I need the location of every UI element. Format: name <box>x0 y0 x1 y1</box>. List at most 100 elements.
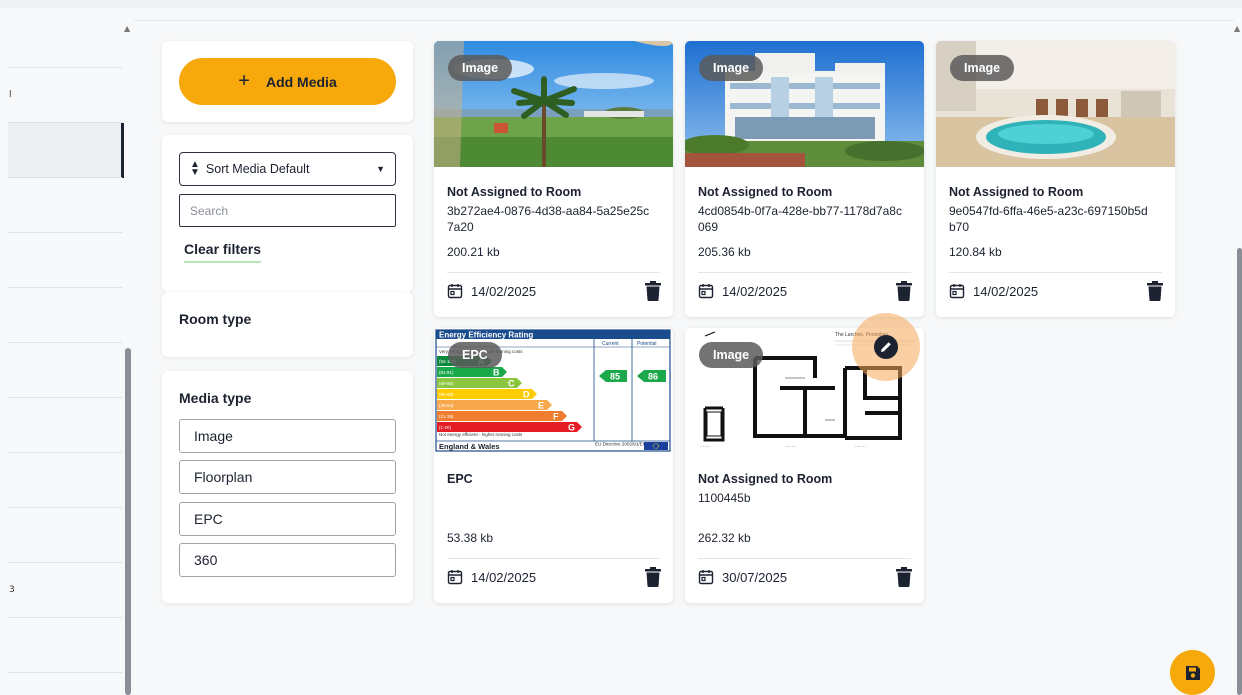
scroll-up-arrow-icon[interactable]: ▲ <box>1234 24 1240 33</box>
epc-band-letter: D <box>523 390 530 400</box>
epc-band-letter: B <box>493 368 500 378</box>
nav-item[interactable] <box>8 452 122 507</box>
epc-potential-value: 86 <box>648 372 658 382</box>
floorplan-label: ········ <box>785 444 796 449</box>
search-input[interactable] <box>179 194 396 227</box>
left-scrollbar-thumb[interactable] <box>125 348 131 695</box>
epc-current-value: 85 <box>610 372 620 382</box>
media-type-option-epc[interactable]: EPC <box>179 502 396 536</box>
card-date: 14/02/2025 <box>447 283 536 299</box>
media-type-option-floorplan[interactable]: Floorplan <box>179 460 396 494</box>
card-room-label: Not Assigned to Room <box>698 185 833 199</box>
nav-item[interactable] <box>8 617 122 672</box>
edit-media-button[interactable] <box>852 313 920 381</box>
media-type-badge: Image <box>448 55 513 81</box>
epc-band-e <box>437 400 552 410</box>
card-file-size: 205.36 kb <box>698 245 751 259</box>
card-room-label: Not Assigned to Room <box>949 185 1084 199</box>
card-date-text: 14/02/2025 <box>973 283 1039 299</box>
nav-item[interactable] <box>8 177 122 232</box>
epc-band-letter: E <box>538 401 544 411</box>
media-type-badge: EPC <box>448 342 502 368</box>
media-type-badge: Image <box>699 342 764 368</box>
card-date: 14/02/2025 <box>949 283 1038 299</box>
room-type-label: Room type <box>179 311 252 327</box>
floorplan-label: ········ <box>700 444 711 449</box>
save-button[interactable] <box>1170 650 1215 695</box>
card-divider <box>447 558 660 559</box>
sort-media-value: Sort Media Default <box>205 162 310 176</box>
nav-item[interactable] <box>8 287 122 342</box>
floppy-disk-icon <box>1185 665 1200 680</box>
media-card[interactable]: Image Not Assigned to Room 3b272ae4-0876… <box>434 41 673 317</box>
card-date: 30/07/2025 <box>698 569 787 585</box>
media-type-option-image[interactable]: Image <box>179 419 396 453</box>
top-bar <box>0 0 1242 8</box>
media-card[interactable]: Energy Efficiency Rating Current Potenti… <box>434 328 673 603</box>
card-file-size: 262.32 kb <box>698 531 751 545</box>
epc-band-range: (55-68) <box>439 392 454 397</box>
epc-band-range: (1-20) <box>439 425 452 430</box>
epc-band-f <box>437 411 567 421</box>
right-scrollbar-thumb[interactable] <box>1237 248 1242 695</box>
card-date: 14/02/2025 <box>698 283 787 299</box>
epc-directive: EU Directive 2002/91/EC <box>595 442 647 447</box>
epc-current-header: Current <box>602 341 619 347</box>
nav-item-active[interactable] <box>8 122 124 178</box>
media-type-option-360[interactable]: 360 <box>179 543 396 577</box>
card-room-label: Not Assigned to Room <box>447 185 582 199</box>
nav-item[interactable]: 3 <box>8 562 122 617</box>
card-room-label: EPC <box>447 472 473 486</box>
epc-band-letter: C <box>508 379 515 389</box>
trash-icon[interactable] <box>896 281 912 301</box>
epc-potential-header: Potential <box>637 341 656 347</box>
card-divider <box>447 272 660 273</box>
card-file-id: 4cd0854b-0f7a-428e-bb77-1178d7a8c069 <box>698 204 902 234</box>
epc-bottom-note: Not energy efficient - higher running co… <box>439 432 523 437</box>
add-media-button[interactable]: + Add Media <box>179 58 396 105</box>
media-thumbnail[interactable]: Image <box>685 41 924 167</box>
calendar-icon <box>447 284 463 299</box>
media-thumbnail[interactable]: Energy Efficiency Rating Current Potenti… <box>434 328 673 454</box>
clear-filters-link[interactable]: Clear filters <box>184 241 262 263</box>
nav-item[interactable] <box>8 342 122 397</box>
card-divider <box>698 558 911 559</box>
media-card[interactable]: Image Not Assigned to Room 9e0547fd-6ffa… <box>936 41 1175 317</box>
epc-band-range: (81-91) <box>439 370 454 375</box>
scroll-up-arrow-icon[interactable]: ▲ <box>124 24 130 33</box>
nav-item[interactable] <box>8 672 122 695</box>
card-file-id: 1100445b <box>698 491 751 505</box>
left-nav: l 3 <box>0 0 1242 695</box>
media-thumbnail[interactable]: Image <box>936 41 1175 167</box>
pencil-icon <box>874 335 898 359</box>
card-date-text: 30/07/2025 <box>722 569 788 585</box>
card-date-text: 14/02/2025 <box>471 569 537 585</box>
media-type-label: Media type <box>179 390 252 406</box>
trash-icon[interactable] <box>645 281 661 301</box>
epc-title: Energy Efficiency Rating <box>439 331 533 340</box>
epc-band-letter: F <box>553 412 559 422</box>
trash-icon[interactable] <box>1147 281 1163 301</box>
card-file-id: 9e0547fd-6ffa-46e5-a23c-697150b5db70 <box>949 204 1148 234</box>
calendar-icon <box>698 570 714 585</box>
card-file-size: 120.84 kb <box>949 245 1002 259</box>
nav-item[interactable] <box>8 232 122 287</box>
media-thumbnail[interactable]: Image <box>434 41 673 167</box>
epc-band-range: (69-80) <box>439 381 454 386</box>
calendar-icon <box>447 570 463 585</box>
card-date-text: 14/02/2025 <box>471 283 537 299</box>
calendar-icon <box>949 284 965 299</box>
media-card[interactable]: Image Not Assigned to Room 4cd0854b-0f7a… <box>685 41 924 317</box>
sort-icon: ▲ ▼ <box>190 159 200 178</box>
card-file-size: 53.38 kb <box>447 531 494 545</box>
trash-icon[interactable] <box>645 567 661 587</box>
sort-media-select[interactable]: ▲ ▼ Sort Media Default ▼ <box>179 152 396 186</box>
nav-item[interactable] <box>8 397 122 452</box>
floorplan-label: ········ <box>855 444 866 449</box>
card-divider <box>949 272 1162 273</box>
nav-item[interactable]: l <box>8 67 122 122</box>
nav-item[interactable] <box>8 507 122 562</box>
card-date-text: 14/02/2025 <box>722 283 788 299</box>
epc-band-range: (39-54) <box>439 403 454 408</box>
trash-icon[interactable] <box>896 567 912 587</box>
